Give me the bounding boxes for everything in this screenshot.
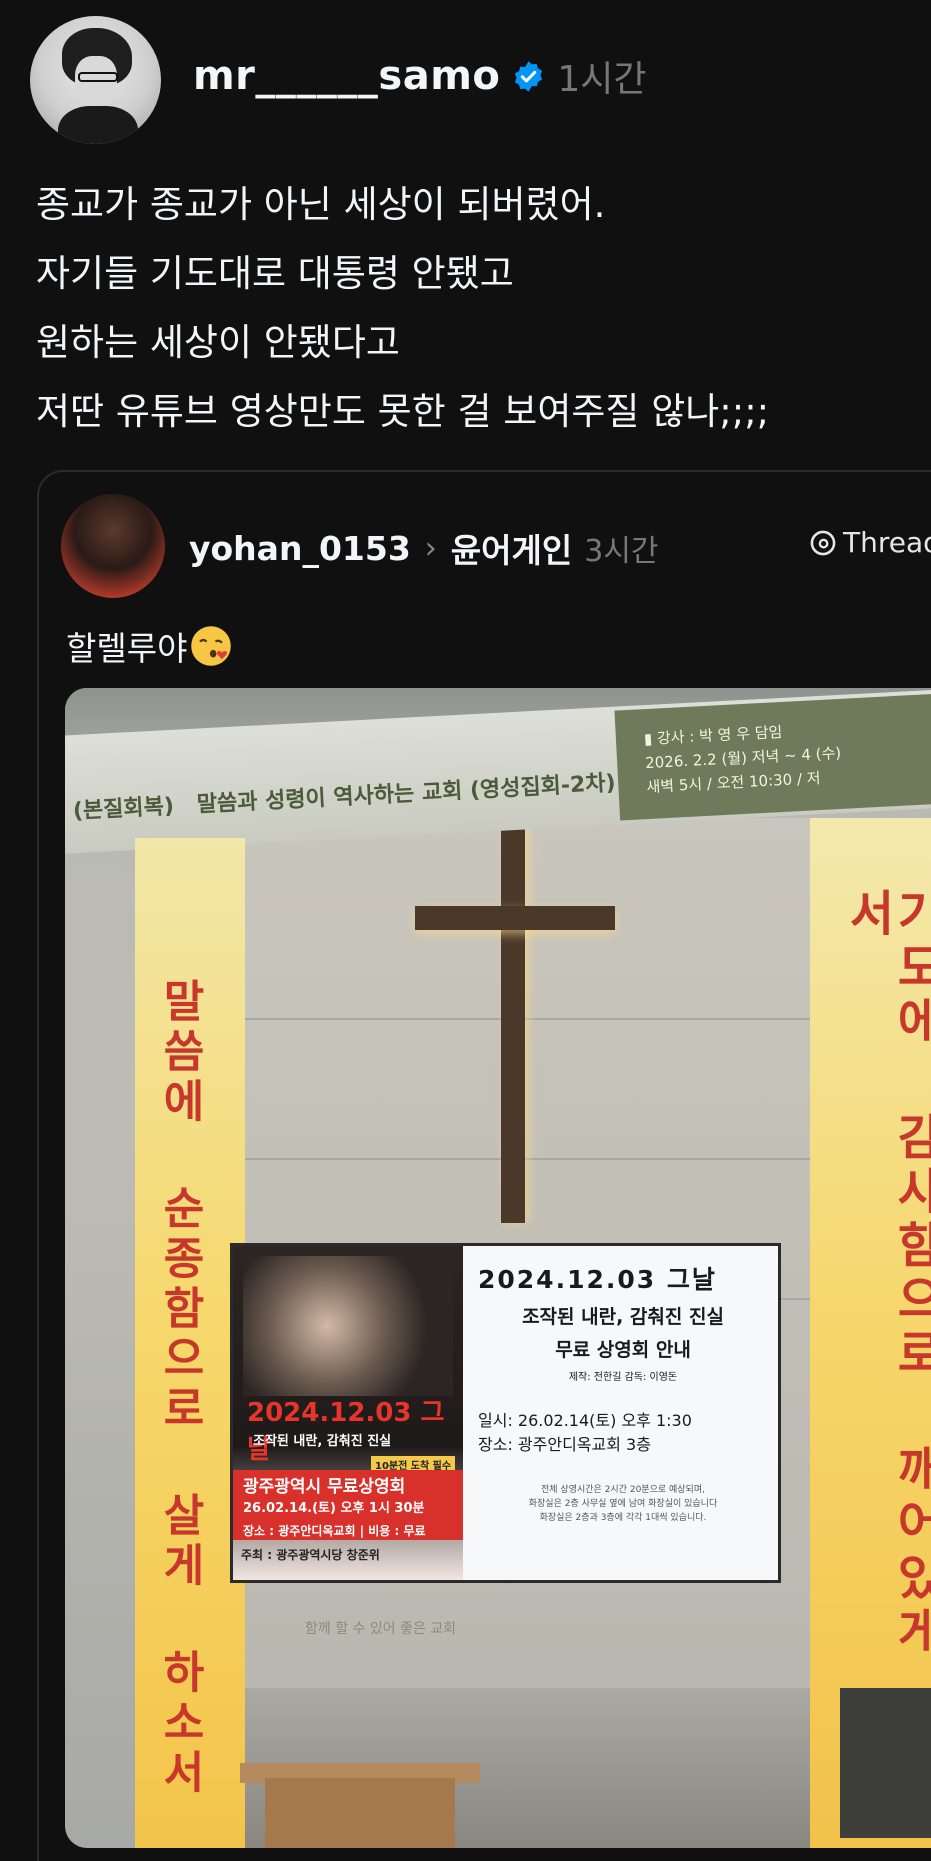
top-banner-text: (본질회복) 말씀과 성령이 역사하는 교회 (영성집회-2차) (72, 765, 616, 825)
quoted-author-avatar[interactable] (61, 494, 165, 598)
slide-subtitle: 조작된 내란, 감춰진 진실 (522, 1306, 724, 1328)
poster-date: 2024.12.03 그날 (247, 1398, 445, 1465)
quoted-post-photo[interactable]: (본질회복) 말씀과 성령이 역사하는 교회 (영성집회-2차) ▮ 강사 : … (65, 688, 931, 1848)
screen-slide: 2024.12.03 그날 조작된 내란, 감춰진 진실 무료 상영회 안내 제… (478, 1260, 768, 1525)
poster-red-line-3: 장소 : 광주안디옥교회 | 비용 : 무료 (243, 1524, 426, 1538)
avatar-suit (58, 106, 138, 144)
poster-portraits (243, 1256, 453, 1396)
slide-info: 일시: 26.02.14(토) 오후 1:30 장소: 광주안디옥교회 3층 (478, 1411, 692, 1454)
cross-horizontal (415, 906, 615, 930)
quoted-post-header: yohan_0153 › 윤어게인 3시간 (189, 524, 659, 572)
chevron-right-icon: › (424, 530, 437, 566)
poster-subtitle: 조작된 내란, 감춰진 진실 (253, 1434, 392, 1449)
slide-subtitle-2: 무료 상영회 안내 (555, 1339, 691, 1361)
quoted-author-username[interactable]: yohan_0153 (189, 529, 411, 568)
wall-line (245, 1018, 810, 1020)
poster-red-line-1: 광주광역시 무료상영회 (243, 1477, 406, 1497)
quoted-post-time: 3시간 (584, 534, 659, 569)
wall-small-text: 함께 할 수 있어 좋은 교회 (305, 1621, 457, 1637)
top-banner-info: ▮ 강사 : 박 영 우 담임 2026. 2.2 (월) 저녁 ~ 4 (수)… (614, 692, 931, 821)
wall-line (245, 1158, 810, 1160)
post-time: 1시간 (557, 59, 647, 100)
quoted-topic-tag[interactable]: 윤어게인 (451, 524, 572, 572)
side-board (840, 1688, 931, 1838)
post-header: mr______samo 1시간 (193, 50, 647, 102)
post-body: 종교가 종교가 아닌 세상이 되버렸어. 자기들 기도대로 대통령 안됐고 원하… (36, 183, 770, 433)
avatar-glasses (78, 72, 118, 82)
quoted-post-body: 할렐루야 (66, 622, 233, 670)
verified-badge-icon (515, 60, 543, 92)
left-pillar-text: 말씀에 순종함으로 살게 하소서 (154, 978, 205, 1799)
slide-note: 전체 상영시간은 2시간 20분으로 예상되며, 화장실은 2층 사무실 옆에 … (528, 1485, 718, 1523)
podium (265, 1778, 455, 1848)
threads-source-label[interactable]: Threads (809, 526, 931, 559)
poster-red-panel: 광주광역시 무료상영회 26.02.14.(토) 오후 1시 30분 장소 : … (233, 1470, 463, 1540)
quoted-post[interactable]: yohan_0153 › 윤어게인 3시간 Threads 할렐루야 ( (37, 470, 931, 1861)
kissing-face-emoji-icon (191, 626, 232, 666)
threads-label: Threads (843, 526, 931, 559)
author-avatar[interactable] (30, 16, 161, 144)
quoted-post-text: 할렐루야 (66, 629, 188, 668)
poster-red-line-2: 26.02.14.(토) 오후 1시 30분 (243, 1501, 425, 1516)
slide-credit: 제작: 전한길 감독: 이영돈 (568, 1372, 678, 1383)
author-username[interactable]: mr______samo (193, 53, 500, 99)
top-banner-main-text: 말씀과 성령이 역사하는 교회 (영성집회-2차) (196, 770, 617, 818)
slide-title: 2024.12.03 그날 (478, 1265, 717, 1294)
top-banner-left-text: (본질회복) (72, 793, 175, 825)
screening-poster: 2024.12.03 그날 조작된 내란, 감춰진 진실 10분전 도착 필수 … (233, 1246, 463, 1580)
poster-footer: 주최 : 광주광역시당 창준위 (241, 1548, 380, 1562)
threads-logo-icon (810, 530, 836, 555)
cross-vertical (501, 818, 525, 1223)
projection-screen: 2024.12.03 그날 조작된 내란, 감춰진 진실 10분전 도착 필수 … (233, 1246, 778, 1580)
